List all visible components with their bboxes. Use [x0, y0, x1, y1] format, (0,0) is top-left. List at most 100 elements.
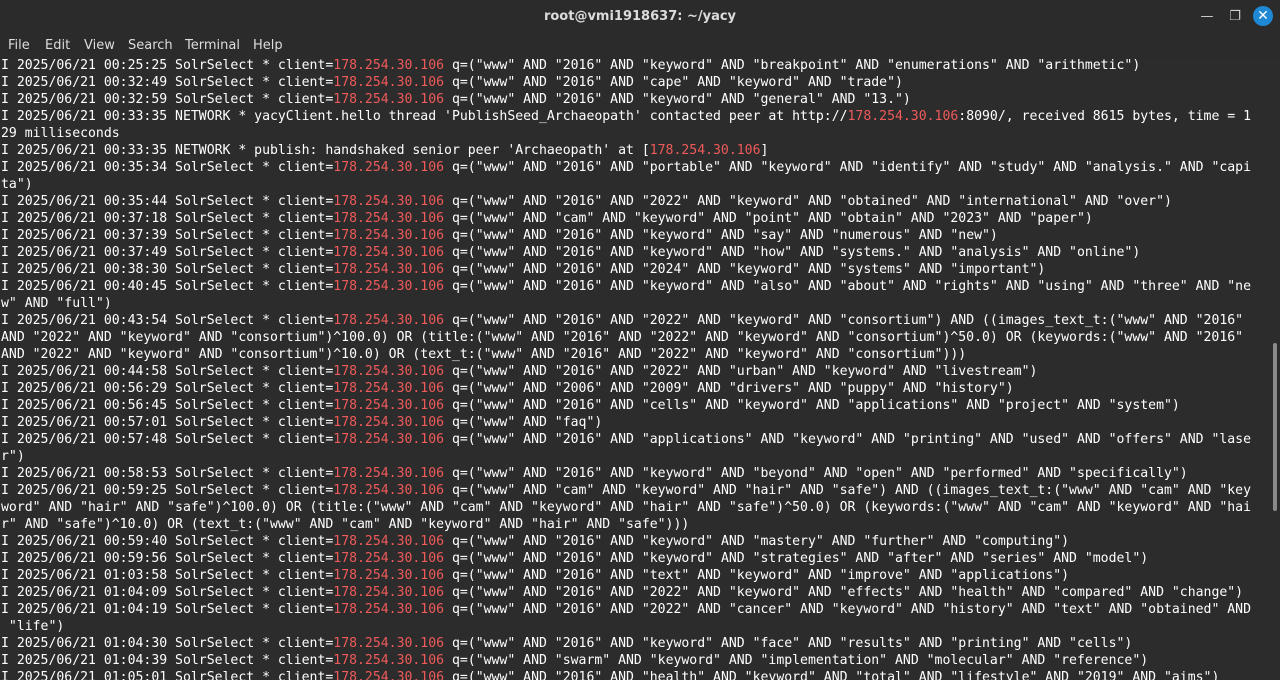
- menu-edit[interactable]: Edit: [45, 33, 70, 59]
- log-segment: q=("www" AND "2006" AND "2009" AND "driv…: [444, 381, 1014, 396]
- log-segment: :8090/, received 8615 bytes, time = 1: [958, 109, 1252, 124]
- log-line: ta"): [1, 177, 33, 192]
- log-line: I 2025/06/21 01:05:01 SolrSelect * clien…: [1, 670, 1219, 680]
- client-ip: 178.254.30.106: [333, 602, 445, 617]
- log-segment: I 2025/06/21 01:03:58 SolrSelect * clien…: [1, 568, 334, 583]
- log-segment: q=("www" AND "2016" AND "keyword" AND "g…: [444, 92, 911, 107]
- log-segment: q=("www" AND "2016" AND "portable" AND "…: [444, 160, 1252, 175]
- client-ip: 178.254.30.106: [649, 143, 761, 158]
- client-ip: 178.254.30.106: [333, 432, 445, 447]
- client-ip: 178.254.30.106: [333, 262, 445, 277]
- log-line: I 2025/06/21 00:44:58 SolrSelect * clien…: [1, 364, 1037, 379]
- log-segment: AND "2022" AND "keyword" AND "consortium…: [1, 347, 967, 362]
- log-line: I 2025/06/21 00:35:44 SolrSelect * clien…: [1, 194, 1172, 209]
- client-ip: 178.254.30.106: [333, 245, 445, 260]
- log-line: I 2025/06/21 00:59:56 SolrSelect * clien…: [1, 551, 1148, 566]
- maximize-icon[interactable]: ❐: [1224, 6, 1246, 28]
- log-segment: I 2025/06/21 01:04:19 SolrSelect * clien…: [1, 602, 334, 617]
- client-ip: 178.254.30.106: [333, 313, 445, 328]
- log-line: I 2025/06/21 00:25:25 SolrSelect * clien…: [1, 59, 1140, 73]
- log-segment: q=("www" AND "2016" AND "health" AND "ke…: [444, 670, 1220, 680]
- log-line: I 2025/06/21 00:58:53 SolrSelect * clien…: [1, 466, 1188, 481]
- terminal-output[interactable]: I 2025/06/21 00:25:25 SolrSelect * clien…: [0, 59, 1270, 680]
- log-segment: 29 milliseconds: [1, 126, 120, 141]
- log-line: I 2025/06/21 01:04:09 SolrSelect * clien…: [1, 585, 1243, 600]
- log-line: w" AND "full"): [1, 296, 112, 311]
- menu-view[interactable]: View: [84, 33, 115, 59]
- log-segment: I 2025/06/21 00:59:25 SolrSelect * clien…: [1, 483, 334, 498]
- log-segment: word" AND "hair" AND "safe")^100.0) OR (…: [1, 500, 1251, 515]
- log-segment: I 2025/06/21 00:56:29 SolrSelect * clien…: [1, 381, 334, 396]
- log-line: r"): [1, 449, 25, 464]
- client-ip: 178.254.30.106: [333, 483, 445, 498]
- client-ip: 178.254.30.106: [333, 415, 445, 430]
- client-ip: 178.254.30.106: [333, 585, 445, 600]
- log-segment: I 2025/06/21 00:35:34 SolrSelect * clien…: [1, 160, 334, 175]
- client-ip: 178.254.30.106: [333, 364, 445, 379]
- scrollbar[interactable]: [1270, 59, 1280, 680]
- log-segment: I 2025/06/21 01:04:30 SolrSelect * clien…: [1, 636, 334, 651]
- log-line: AND "2022" AND "keyword" AND "consortium…: [1, 330, 1243, 345]
- log-line: I 2025/06/21 00:59:40 SolrSelect * clien…: [1, 534, 1069, 549]
- menu-bar: File Edit View Search Terminal Help: [0, 33, 1280, 59]
- log-segment: I 2025/06/21 00:32:49 SolrSelect * clien…: [1, 75, 334, 90]
- log-segment: w" AND "full"): [1, 296, 112, 311]
- log-segment: q=("www" AND "2016" AND "2022" AND "keyw…: [444, 194, 1172, 209]
- log-segment: q=("www" AND "2016" AND "2022" AND "keyw…: [444, 313, 1244, 328]
- menu-help[interactable]: Help: [253, 33, 283, 59]
- window-title: root@vmi1918637: ~/yacy: [543, 9, 737, 24]
- log-segment: I 2025/06/21 00:37:49 SolrSelect * clien…: [1, 245, 334, 260]
- log-segment: q=("www" AND "2016" AND "applications" A…: [444, 432, 1252, 447]
- log-line: r" AND "safe")^10.0) OR (text_t:("www" A…: [1, 517, 689, 532]
- log-segment: q=("www" AND "cam" AND "keyword" AND "ha…: [444, 483, 1252, 498]
- scrollbar-thumb[interactable]: [1273, 343, 1277, 511]
- client-ip: 178.254.30.106: [333, 636, 445, 651]
- log-segment: r"): [1, 449, 25, 464]
- log-segment: q=("www" AND "2016" AND "keyword" AND "f…: [444, 636, 1133, 651]
- client-ip: 178.254.30.106: [333, 211, 445, 226]
- log-line: I 2025/06/21 00:32:49 SolrSelect * clien…: [1, 75, 903, 90]
- log-segment: AND "2022" AND "keyword" AND "consortium…: [1, 330, 1244, 345]
- client-ip: 178.254.30.106: [333, 92, 445, 107]
- client-ip: 178.254.30.106: [333, 670, 445, 680]
- log-line: I 2025/06/21 00:40:45 SolrSelect * clien…: [1, 279, 1251, 294]
- client-ip: 178.254.30.106: [847, 109, 959, 124]
- log-segment: I 2025/06/21 00:33:35 NETWORK * yacyClie…: [1, 109, 848, 124]
- log-line: "life"): [1, 619, 64, 634]
- log-line: I 2025/06/21 00:57:48 SolrSelect * clien…: [1, 432, 1251, 447]
- log-segment: q=("www" AND "2016" AND "keyword" AND "h…: [444, 245, 1141, 260]
- log-line: I 2025/06/21 01:03:58 SolrSelect * clien…: [1, 568, 1069, 583]
- log-segment: q=("www" AND "faq"): [444, 415, 603, 430]
- log-segment: I 2025/06/21 01:05:01 SolrSelect * clien…: [1, 670, 334, 680]
- log-segment: q=("www" AND "2016" AND "keyword" AND "m…: [444, 534, 1070, 549]
- client-ip: 178.254.30.106: [333, 59, 445, 73]
- minimize-icon[interactable]: —: [1196, 6, 1218, 28]
- menu-terminal[interactable]: Terminal: [185, 33, 240, 59]
- log-segment: I 2025/06/21 00:37:39 SolrSelect * clien…: [1, 228, 334, 243]
- log-line: I 2025/06/21 00:37:49 SolrSelect * clien…: [1, 245, 1140, 260]
- log-segment: q=("www" AND "2016" AND "2022" AND "keyw…: [444, 585, 1244, 600]
- log-line: I 2025/06/21 00:32:59 SolrSelect * clien…: [1, 92, 911, 107]
- log-segment: I 2025/06/21 01:04:09 SolrSelect * clien…: [1, 585, 334, 600]
- log-line: I 2025/06/21 00:56:29 SolrSelect * clien…: [1, 381, 1014, 396]
- log-line: word" AND "hair" AND "safe")^100.0) OR (…: [1, 500, 1251, 515]
- client-ip: 178.254.30.106: [333, 653, 445, 668]
- log-segment: q=("www" AND "2016" AND "cape" AND "keyw…: [444, 75, 903, 90]
- log-segment: I 2025/06/21 00:44:58 SolrSelect * clien…: [1, 364, 334, 379]
- client-ip: 178.254.30.106: [333, 279, 445, 294]
- log-line: I 2025/06/21 00:57:01 SolrSelect * clien…: [1, 415, 602, 430]
- log-segment: ta"): [1, 177, 33, 192]
- log-line: I 2025/06/21 01:04:30 SolrSelect * clien…: [1, 636, 1132, 651]
- log-segment: q=("www" AND "2016" AND "2022" AND "canc…: [444, 602, 1252, 617]
- log-segment: I 2025/06/21 00:59:56 SolrSelect * clien…: [1, 551, 334, 566]
- log-line: I 2025/06/21 00:33:35 NETWORK * publish:…: [1, 143, 768, 158]
- close-icon[interactable]: ✕: [1253, 6, 1273, 26]
- menu-search[interactable]: Search: [128, 33, 173, 59]
- menu-file[interactable]: File: [8, 33, 30, 59]
- log-segment: q=("www" AND "2016" AND "keyword" AND "s…: [444, 551, 1149, 566]
- log-text: I 2025/06/21 00:25:25 SolrSelect * clien…: [1, 59, 1251, 680]
- client-ip: 178.254.30.106: [333, 398, 445, 413]
- log-line: I 2025/06/21 00:33:35 NETWORK * yacyClie…: [1, 109, 1251, 124]
- log-segment: I 2025/06/21 00:43:54 SolrSelect * clien…: [1, 313, 334, 328]
- log-segment: q=("www" AND "2016" AND "keyword" AND "b…: [444, 466, 1188, 481]
